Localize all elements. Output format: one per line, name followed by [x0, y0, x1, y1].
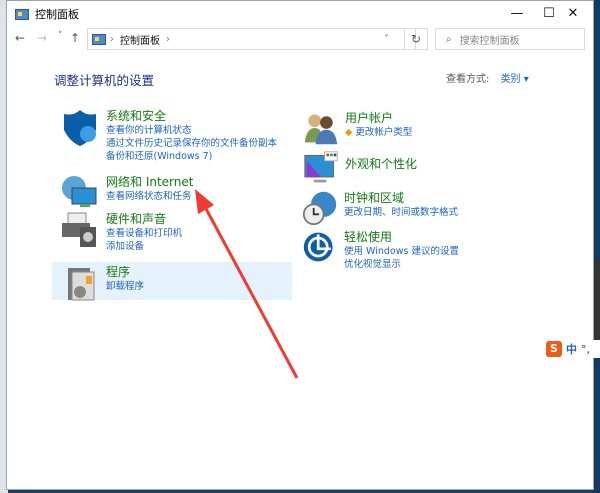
sogou-logo-icon: S [546, 341, 562, 357]
red-annotation-arrow [195, 189, 299, 379]
ime-punctuation[interactable]: °, [581, 343, 590, 356]
ime-mode[interactable]: 中 [566, 341, 577, 357]
ime-toolbar[interactable]: S 中 °, [546, 340, 600, 358]
